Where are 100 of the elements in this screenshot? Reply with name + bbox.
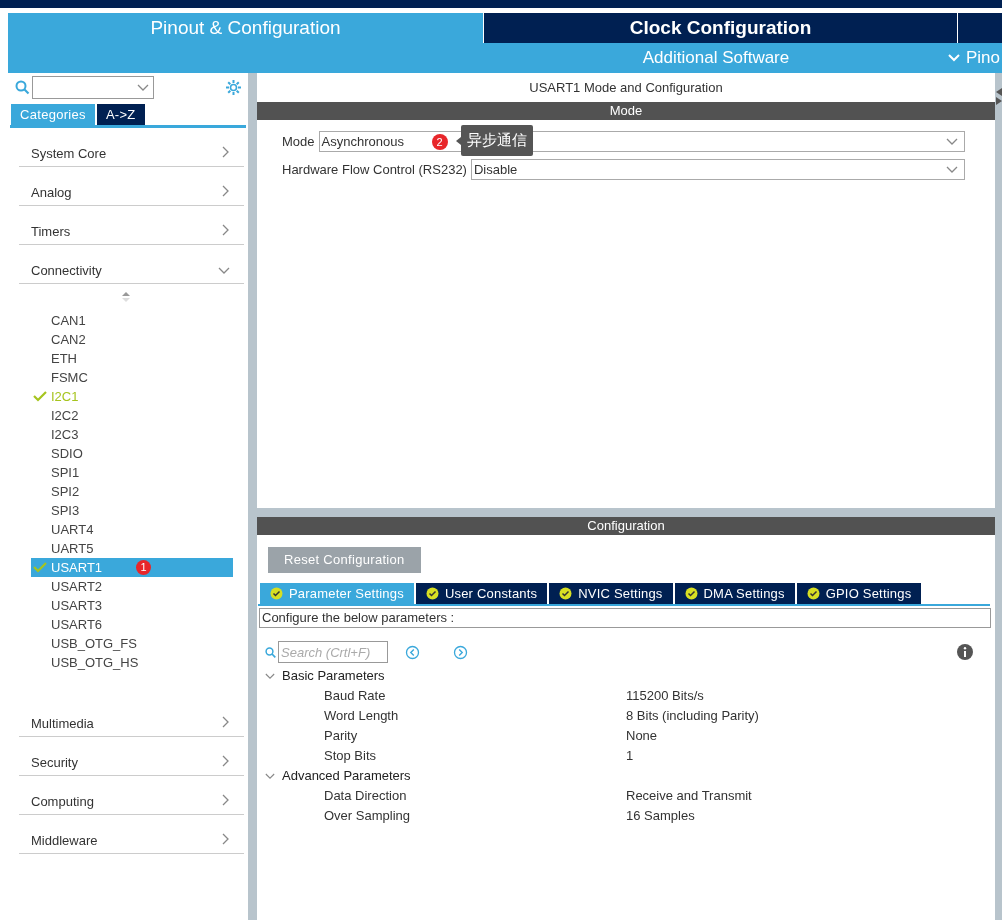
chevron-down-icon bbox=[137, 83, 149, 92]
check-circle-icon bbox=[559, 587, 573, 600]
peripheral-label: USART6 bbox=[51, 615, 103, 634]
peripheral-label: USART3 bbox=[51, 596, 103, 615]
peripheral-label: FSMC bbox=[51, 368, 88, 387]
parameter-value: 115200 Bits/s bbox=[626, 687, 704, 706]
peripheral-item[interactable]: SPI3 bbox=[31, 501, 233, 520]
config-tab[interactable]: GPIO Settings bbox=[796, 583, 922, 604]
settings-icon bbox=[225, 79, 242, 96]
category-row[interactable]: System Core bbox=[19, 128, 244, 167]
category-label: Computing bbox=[31, 794, 94, 810]
panel-title: USART1 Mode and Configuration bbox=[529, 78, 723, 97]
category-label: Analog bbox=[31, 185, 72, 201]
peripheral-item[interactable]: ETH bbox=[31, 349, 233, 368]
parameter-name: Data Direction bbox=[324, 787, 408, 806]
category-label: System Core bbox=[31, 146, 107, 162]
next-icon[interactable] bbox=[453, 644, 468, 660]
peripheral-label: SDIO bbox=[51, 444, 83, 463]
peripheral-item[interactable]: USART1 1 bbox=[31, 558, 233, 577]
peripheral-item[interactable]: SPI2 bbox=[31, 482, 233, 501]
peripheral-item[interactable]: FSMC bbox=[31, 368, 233, 387]
peripheral-label: USART1 bbox=[51, 558, 103, 577]
previous-icon[interactable] bbox=[405, 644, 420, 660]
peripheral-label: SPI3 bbox=[51, 501, 80, 520]
peripheral-label: USART2 bbox=[51, 577, 103, 596]
peripheral-item[interactable]: USART2 bbox=[31, 577, 233, 596]
category-row[interactable]: Security bbox=[19, 737, 244, 776]
config-tab[interactable]: NVIC Settings bbox=[549, 583, 673, 604]
field-label: Mode bbox=[282, 132, 315, 151]
parameter-name: Over Sampling bbox=[324, 807, 411, 826]
peripheral-item[interactable]: I2C2 bbox=[31, 406, 233, 425]
category-label: Security bbox=[31, 755, 78, 771]
category-label: Timers bbox=[31, 224, 71, 240]
sort-icon bbox=[122, 292, 130, 302]
parameter-value: 1 bbox=[626, 747, 634, 766]
peripheral-label: CAN1 bbox=[51, 311, 86, 330]
section-header: Mode bbox=[257, 102, 995, 120]
collapse-arrows-icon bbox=[995, 87, 1002, 105]
peripheral-label: I2C2 bbox=[51, 406, 79, 425]
peripheral-label: USB_OTG_FS bbox=[51, 634, 137, 653]
category-row[interactable]: Connectivity bbox=[19, 245, 244, 284]
category-label: Middleware bbox=[31, 833, 98, 849]
chevron-down-icon bbox=[946, 165, 958, 174]
category-label: Connectivity bbox=[31, 263, 102, 279]
config-tab[interactable]: DMA Settings bbox=[674, 583, 795, 604]
parameter-value: None bbox=[626, 727, 658, 746]
peripheral-label: UART5 bbox=[51, 539, 94, 558]
peripheral-label: I2C3 bbox=[51, 425, 79, 444]
search-field[interactable]: Search (Crtl+F) bbox=[278, 641, 388, 663]
search-combo-field[interactable] bbox=[32, 76, 154, 99]
peripheral-item[interactable]: UART4 bbox=[31, 520, 233, 539]
category-row[interactable]: Timers bbox=[19, 206, 244, 245]
check-circle-icon bbox=[684, 587, 698, 600]
chevron-down-icon bbox=[948, 54, 960, 62]
peripheral-label: CAN2 bbox=[51, 330, 86, 349]
peripheral-item[interactable]: SPI1 bbox=[31, 463, 233, 482]
peripheral-item[interactable]: I2C3 bbox=[31, 425, 233, 444]
tooltip: 异步通信 bbox=[460, 125, 533, 156]
peripheral-item[interactable]: CAN2 bbox=[31, 330, 233, 349]
search-icon bbox=[265, 646, 276, 658]
search-icon bbox=[15, 80, 30, 95]
sidebar-tab[interactable]: A->Z bbox=[96, 104, 145, 125]
parameter-group[interactable]: Basic Parameters bbox=[257, 666, 995, 686]
peripheral-label: I2C1 bbox=[51, 387, 79, 406]
peripheral-item[interactable]: USART3 bbox=[31, 596, 233, 615]
callout-badge: 2 bbox=[431, 134, 448, 150]
peripheral-item[interactable]: CAN1 bbox=[31, 311, 233, 330]
parameter-group[interactable]: Advanced Parameters bbox=[257, 766, 995, 786]
peripheral-item[interactable]: SDIO bbox=[31, 444, 233, 463]
parameter-name: Stop Bits bbox=[324, 747, 378, 766]
peripheral-item[interactable]: USB_OTG_HS bbox=[31, 653, 233, 672]
parameter-value: 8 Bits (including Parity) bbox=[626, 707, 759, 726]
peripheral-label: USB_OTG_HS bbox=[51, 653, 139, 672]
category-row[interactable]: Computing bbox=[19, 776, 244, 815]
category-row[interactable]: Analog bbox=[19, 167, 244, 206]
parameter-value: Receive and Transmit bbox=[626, 787, 752, 806]
check-circle-icon bbox=[806, 587, 820, 600]
section-header: Configuration bbox=[257, 517, 995, 535]
select-field[interactable]: Disable bbox=[470, 159, 965, 180]
peripheral-label: UART4 bbox=[51, 520, 94, 539]
peripheral-item[interactable]: USART6 bbox=[31, 615, 233, 634]
tooltip-pointer-icon bbox=[455, 136, 461, 145]
config-tab[interactable]: User Constants bbox=[415, 583, 548, 604]
hint-text: Configure the below parameters : bbox=[262, 609, 455, 628]
check-circle-icon bbox=[270, 587, 283, 600]
field-label: Hardware Flow Control (RS232) bbox=[282, 160, 467, 179]
category-row[interactable]: Multimedia bbox=[19, 698, 244, 737]
main-tab[interactable]: Clock Configuration bbox=[484, 13, 958, 43]
category-label: Multimedia bbox=[31, 716, 94, 732]
peripheral-item[interactable]: UART5 bbox=[31, 539, 233, 558]
peripheral-item[interactable]: USB_OTG_FS bbox=[31, 634, 233, 653]
peripheral-label: SPI1 bbox=[51, 463, 80, 482]
category-row[interactable]: Middleware bbox=[19, 815, 244, 854]
parameter-name: Parity bbox=[324, 727, 359, 746]
parameter-name: Word Length bbox=[324, 707, 400, 726]
info-icon bbox=[957, 644, 973, 660]
callout-badge: 1 bbox=[136, 560, 152, 575]
chevron-down-icon bbox=[946, 137, 958, 146]
peripheral-label: SPI2 bbox=[51, 482, 80, 501]
check-circle-icon bbox=[425, 587, 439, 600]
